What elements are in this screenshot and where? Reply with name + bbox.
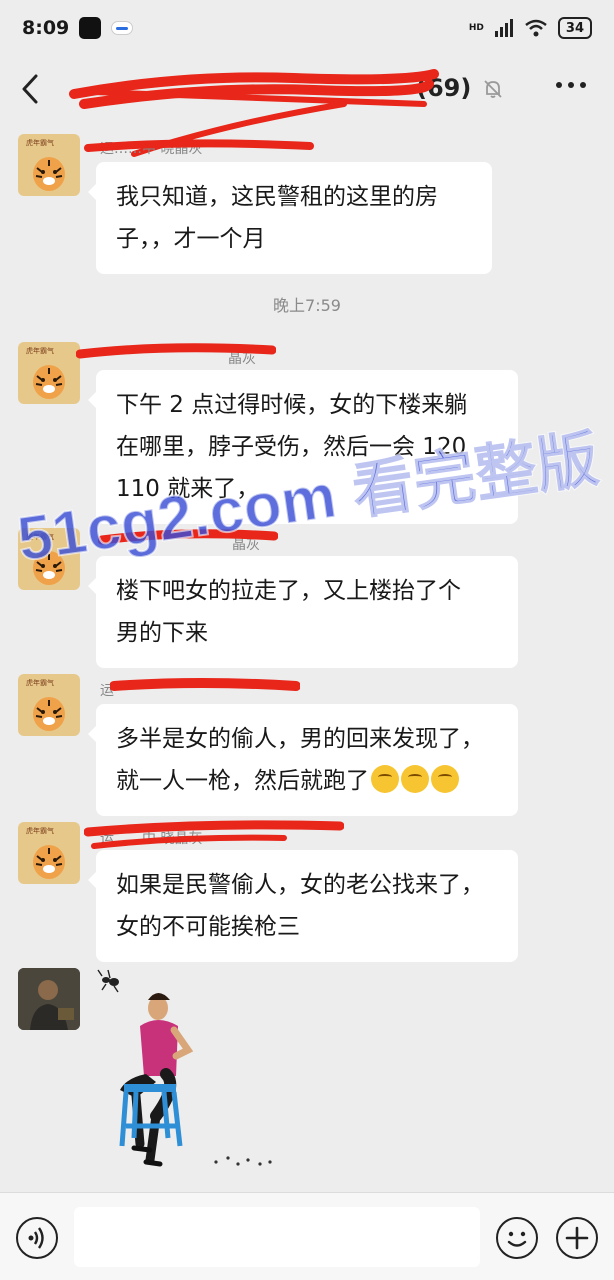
more-button[interactable] — [554, 70, 588, 108]
message-5: 虎年霸气 — [18, 822, 80, 884]
tiger-avatar-icon — [33, 697, 65, 731]
message-line: 下午 2 点过得时候，女的下楼来躺 — [116, 392, 468, 418]
message-line: 子，，才一个月 — [116, 226, 266, 252]
sender-name: 晶灰 — [228, 351, 256, 367]
message-4: 虎年霸气 — [18, 674, 80, 736]
message-bubble[interactable]: 如果是民警偷人，女的老公找来了， 女的不可能挨枪三 — [88, 850, 518, 962]
message-line: 女的不可能挨枪三 — [116, 914, 300, 940]
more-horizontal-icon — [556, 82, 586, 88]
message-line: 在哪里，脖子受伤，然后一会 120 — [116, 434, 467, 460]
plus-button[interactable] — [556, 1217, 598, 1259]
sender-name: 晶灰 — [232, 537, 260, 553]
status-bar: 8:09 HD 34 — [0, 0, 614, 56]
avatar[interactable]: 虎年霸气 — [18, 528, 80, 590]
status-right: HD 34 — [469, 17, 592, 39]
input-bar — [0, 1192, 614, 1280]
plus-circle-icon — [565, 1226, 589, 1250]
sender-name: 运 — [100, 683, 114, 699]
voice-button[interactable] — [16, 1217, 58, 1259]
avatar[interactable]: 虎年霸气 — [18, 674, 80, 736]
network-label: HD — [468, 23, 484, 33]
battery-indicator: 34 — [557, 17, 592, 39]
tiger-avatar-icon — [33, 365, 65, 399]
smiley-icon — [507, 1231, 527, 1247]
avatar-badge: 虎年霸气 — [26, 347, 54, 355]
redacted-group-name — [110, 75, 410, 101]
tiktok-icon — [79, 17, 102, 39]
message-2: 虎年霸气 — [18, 342, 80, 404]
message-1: 虎年霸气 — [18, 134, 80, 196]
message-line: 如果是民警偷人，女的老公找来了， — [116, 872, 484, 898]
voice-icon — [28, 1227, 44, 1249]
sender-name: 运……中 晓晶灰 — [100, 831, 203, 847]
avatar-badge: 虎年霸气 — [26, 139, 54, 147]
avatar-badge: 虎年霸气 — [26, 679, 54, 687]
wifi-icon — [525, 19, 547, 37]
sender-name: 运……中 晓晶灰 — [100, 141, 203, 157]
status-left: 8:09 — [22, 17, 134, 39]
timestamp: 晚上7:59 — [273, 296, 341, 315]
tiger-avatar-icon — [33, 845, 65, 879]
sender-redaction-scribble — [110, 678, 300, 691]
message-line: 就一人一枪，然后就跑了 — [116, 768, 369, 794]
thinking-face-emoji-icon — [371, 765, 399, 793]
back-button[interactable] — [18, 72, 48, 106]
tiger-avatar-icon — [33, 157, 65, 191]
emoji-button[interactable] — [496, 1217, 538, 1259]
message-bubble[interactable]: 我只知道，这民警租的这里的房 子，，才一个月 — [88, 162, 492, 274]
message-input[interactable] — [74, 1207, 480, 1267]
bell-off-icon — [484, 80, 502, 98]
thinking-face-emoji-icon — [401, 765, 429, 793]
message-bubble[interactable]: 多半是女的偷人，男的回来发现了， 就一人一枪，然后就跑了 — [88, 704, 518, 816]
ant-and-man-sticker-icon[interactable] — [96, 966, 286, 1176]
message-line-with-emoji: 就一人一枪，然后就跑了 — [116, 760, 498, 802]
message-bubble[interactable]: 楼下吧女的拉走了，又上楼抬了个 男的下来 — [88, 556, 518, 668]
message-3: 虎年霸气 — [18, 528, 80, 590]
signal-icon — [494, 19, 513, 37]
chevron-left-icon — [22, 74, 38, 104]
avatar-badge: 虎年霸气 — [26, 533, 54, 541]
message-line: 楼下吧女的拉走了，又上楼抬了个 — [116, 578, 461, 604]
person-photo-avatar-icon — [18, 968, 80, 1030]
thinking-face-emoji-icon — [431, 765, 459, 793]
chat-title: (69) — [110, 74, 471, 102]
message-bubble[interactable]: 下午 2 点过得时候，女的下楼来躺 在哪里，脖子受伤，然后一会 120 110 … — [88, 370, 518, 524]
message-line: 110 就来了， — [116, 476, 260, 502]
chat-header: (69) — [0, 56, 614, 122]
avatar-badge: 虎年霸气 — [26, 827, 54, 835]
app-notification-icon — [111, 21, 134, 35]
avatar[interactable] — [18, 968, 80, 1030]
avatar[interactable]: 虎年霸气 — [18, 342, 80, 404]
message-line: 我只知道，这民警租的这里的房 — [116, 184, 438, 210]
message-6 — [18, 968, 80, 1030]
member-count: (69) — [416, 74, 472, 102]
avatar[interactable]: 虎年霸气 — [18, 822, 80, 884]
avatar[interactable]: 虎年霸气 — [18, 134, 80, 196]
ant-icon — [97, 969, 119, 993]
tiger-avatar-icon — [33, 551, 65, 585]
message-line: 多半是女的偷人，男的回来发现了， — [116, 726, 484, 752]
message-line: 男的下来 — [116, 620, 208, 646]
status-time: 8:09 — [22, 17, 70, 39]
